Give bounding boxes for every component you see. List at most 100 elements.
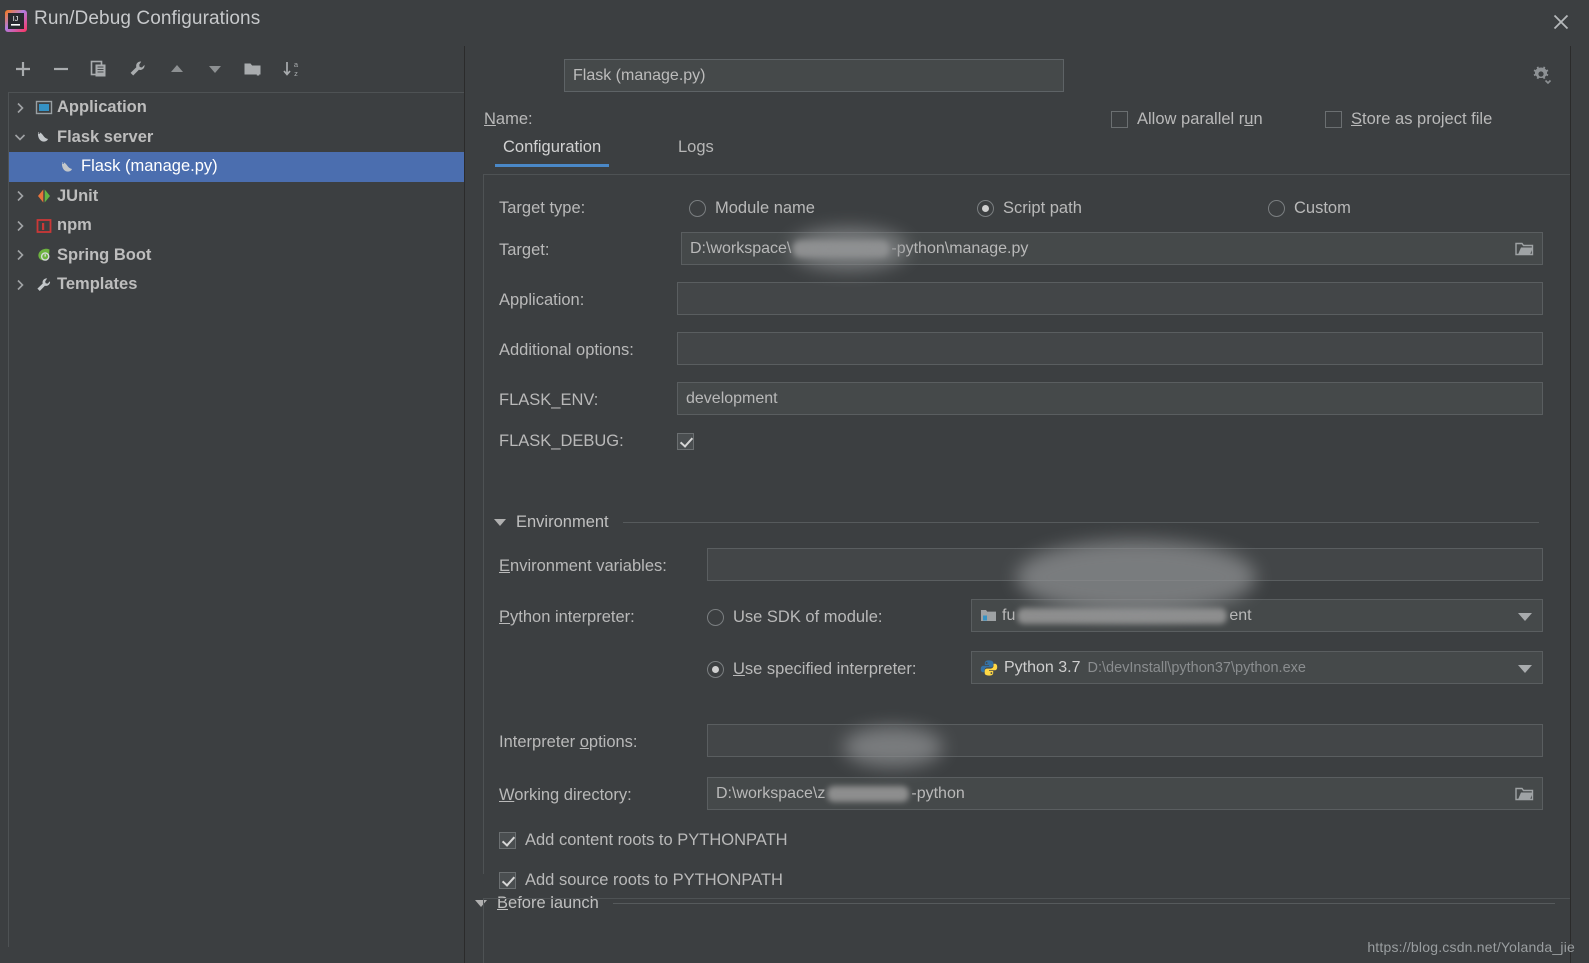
flask-debug-checkbox[interactable]	[677, 433, 694, 450]
store-as-project-file-checkbox[interactable]: Store as project file	[1325, 110, 1492, 129]
radio-button[interactable]	[977, 200, 994, 217]
chevron-right-icon[interactable]	[9, 101, 31, 115]
sdk-module-value-redacted	[1017, 607, 1228, 624]
tree-item-label: Templates	[57, 275, 138, 294]
tree-item-label: JUnit	[57, 186, 99, 205]
interpreter-path: D:\devInstall\python37\python.exe	[1087, 659, 1306, 676]
collapse-triangle-icon[interactable]	[494, 519, 506, 526]
tree-item-label: Flask server	[57, 127, 154, 146]
configurations-tree[interactable]: Application Flask server Flask (manage.p…	[8, 92, 464, 947]
close-icon[interactable]	[1545, 6, 1577, 38]
remove-configuration-button[interactable]	[48, 56, 74, 82]
tree-item-flask-manage-py[interactable]: Flask (manage.py)	[9, 152, 464, 182]
add-content-roots-checkbox[interactable]: Add content roots to PYTHONPATH	[499, 831, 788, 850]
run-debug-configurations-dialog: IJ Run/Debug Configurations a z Applicat…	[0, 0, 1589, 963]
additional-options-input[interactable]	[677, 332, 1543, 365]
checkbox-box[interactable]	[1325, 111, 1342, 128]
tab-configuration[interactable]: Configuration	[494, 138, 610, 167]
chevron-down-icon[interactable]	[1518, 612, 1532, 621]
add-source-roots-label: Add source roots to PYTHONPATH	[525, 871, 783, 889]
flask-debug-label: FLASK_DEBUG:	[499, 432, 624, 450]
working-directory-input[interactable]: D:\workspace\z -python	[707, 777, 1543, 810]
working-directory-value-prefix: D:\workspace\z	[716, 784, 826, 802]
move-down-button[interactable]	[202, 56, 228, 82]
edit-templates-button[interactable]	[125, 56, 151, 82]
tree-item-application[interactable]: Application	[9, 93, 464, 123]
environment-section-title: Environment	[516, 513, 609, 531]
sdk-module-value-suffix: ent	[1229, 606, 1252, 624]
store-as-project-file-label: Store as project file	[1351, 110, 1493, 128]
configuration-editor: Name: Allow parallel run Store as projec…	[465, 46, 1589, 963]
tree-item-junit[interactable]: JUnit	[9, 182, 464, 212]
tree-item-templates[interactable]: Templates	[9, 270, 464, 300]
checkbox-box[interactable]	[499, 872, 516, 889]
working-directory-value-suffix: -python	[911, 784, 965, 802]
folder-browse-icon[interactable]	[1514, 784, 1534, 804]
npm-icon	[31, 217, 57, 235]
additional-options-label: Additional options:	[499, 341, 634, 359]
radio-button[interactable]	[707, 661, 724, 678]
svg-text:a: a	[294, 60, 299, 69]
radio-module-name[interactable]: Module name	[689, 199, 815, 218]
python-icon	[980, 659, 1004, 677]
checkbox-box[interactable]	[1111, 111, 1128, 128]
tree-item-label: Spring Boot	[57, 245, 152, 264]
tab-logs[interactable]: Logs	[678, 138, 714, 167]
sort-az-icon[interactable]: a z	[279, 56, 305, 82]
radio-button[interactable]	[1268, 200, 1285, 217]
target-input[interactable]: D:\workspace\ -python\manage.py	[681, 232, 1543, 265]
application-input[interactable]	[677, 282, 1543, 315]
junit-icon	[31, 187, 57, 205]
folder-browse-icon[interactable]	[1514, 239, 1534, 259]
name-input[interactable]	[564, 59, 1064, 92]
radio-use-sdk-of-module[interactable]: Use SDK of module:	[707, 608, 882, 627]
chevron-down-icon[interactable]	[9, 130, 31, 144]
dialog-titlebar: IJ Run/Debug Configurations	[0, 0, 1589, 43]
interpreter-options-label: Interpreter options:	[499, 733, 638, 751]
chevron-down-icon[interactable]	[1518, 664, 1532, 673]
add-source-roots-checkbox[interactable]: Add source roots to PYTHONPATH	[499, 871, 783, 890]
chevron-right-icon[interactable]	[9, 189, 31, 203]
chevron-right-icon[interactable]	[9, 248, 31, 262]
gear-dropdown-icon[interactable]	[1530, 63, 1552, 87]
radio-custom[interactable]: Custom	[1268, 199, 1351, 218]
allow-parallel-run-checkbox[interactable]: Allow parallel run	[1111, 110, 1263, 129]
checkbox-box[interactable]	[677, 433, 694, 450]
environment-section-header: Environment	[494, 513, 1539, 532]
copy-configuration-button[interactable]	[86, 56, 112, 82]
folder-add-icon[interactable]	[240, 56, 266, 82]
configuration-form: Target type: Module name Script path Cus…	[483, 174, 1570, 889]
radio-button[interactable]	[689, 200, 706, 217]
sdk-module-value-prefix: fu	[1002, 606, 1016, 624]
radio-script-path[interactable]: Script path	[977, 199, 1082, 218]
tree-item-label: Application	[57, 98, 147, 117]
tree-item-flask-server[interactable]: Flask server	[9, 123, 464, 153]
sdk-module-combobox[interactable]: fu ent	[971, 599, 1543, 632]
tree-item-label: npm	[57, 216, 92, 235]
flask-icon	[31, 128, 57, 146]
dialog-right-border	[1570, 46, 1571, 963]
chevron-right-icon[interactable]	[9, 219, 31, 233]
checkbox-box[interactable]	[499, 832, 516, 849]
specified-interpreter-combobox[interactable]: Python 3.7 D:\devInstall\python37\python…	[971, 651, 1543, 684]
chevron-right-icon[interactable]	[9, 278, 31, 292]
radio-label: Use SDK of module:	[733, 608, 883, 626]
tree-item-spring-boot[interactable]: Spring Boot	[9, 241, 464, 271]
flask-env-input[interactable]: development	[677, 382, 1543, 415]
allow-parallel-run-label: Allow parallel run	[1137, 110, 1263, 128]
tree-item-npm[interactable]: npm	[9, 211, 464, 241]
radio-label: Custom	[1294, 199, 1351, 217]
move-up-button[interactable]	[164, 56, 190, 82]
watermark-text: https://blog.csdn.net/Yolanda_jie	[1367, 939, 1575, 955]
flask-icon	[55, 158, 81, 176]
name-label: Name:	[484, 110, 533, 128]
interpreter-options-input[interactable]	[707, 724, 1543, 757]
section-divider	[622, 522, 1539, 523]
spring-boot-icon	[31, 246, 57, 264]
add-configuration-button[interactable]	[10, 56, 36, 82]
radio-use-specified-interpreter[interactable]: Use specified interpreter:	[707, 660, 916, 679]
environment-variables-input[interactable]	[707, 548, 1543, 581]
working-directory-value-redacted	[827, 785, 910, 802]
add-content-roots-label: Add content roots to PYTHONPATH	[525, 831, 788, 849]
radio-button[interactable]	[707, 609, 724, 626]
